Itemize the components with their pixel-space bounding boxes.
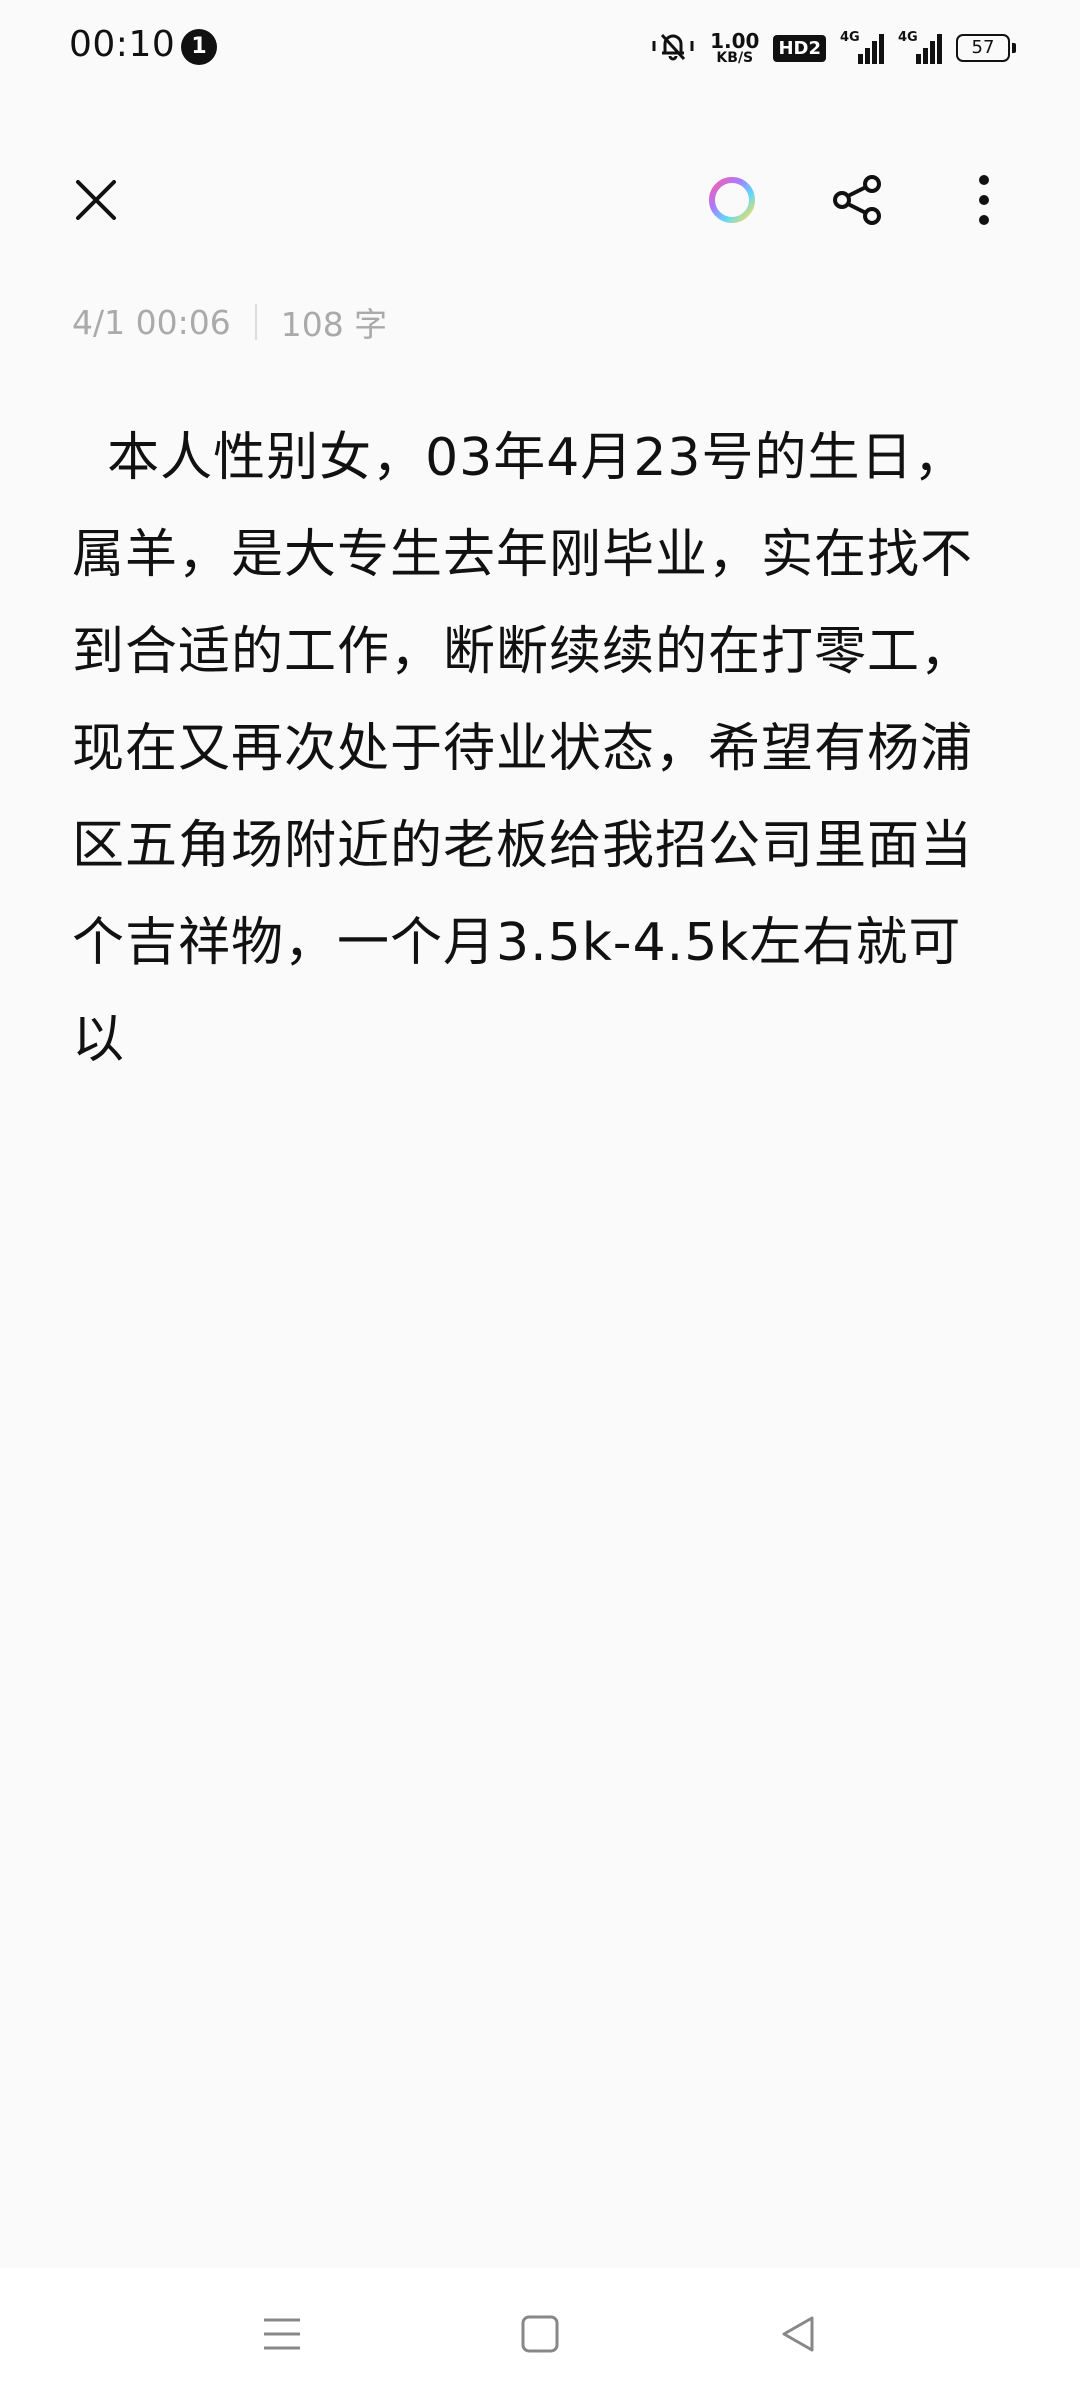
- note-date: 4/1 00:06: [72, 302, 231, 342]
- menu-icon: [264, 2318, 300, 2350]
- notification-badge: 1: [181, 29, 217, 65]
- color-palette-button[interactable]: [694, 162, 770, 238]
- net-speed-value: 1.00: [710, 29, 760, 53]
- note-meta: 4/1 00:06 108 字: [72, 298, 387, 346]
- note-content[interactable]: 本人性别女，03年4月23号的生日，属羊，是大专生去年刚毕业，实在找不到合适的工…: [72, 410, 1012, 1089]
- signal-label: 4G: [840, 30, 860, 45]
- home-icon: [521, 2315, 559, 2353]
- color-palette-icon: [709, 177, 755, 223]
- more-options-button[interactable]: [946, 162, 1022, 238]
- note-editor-screen: 00:10 1 1.00 KB/S HD2 4G 4G 57 4/1 00:06…: [0, 0, 1080, 2400]
- mute-vibrate-icon: [650, 29, 696, 67]
- back-icon: [782, 2316, 814, 2352]
- battery-icon: 57: [956, 34, 1016, 62]
- net-speed-unit: KB/S: [716, 50, 754, 66]
- close-icon: [76, 180, 116, 220]
- recent-apps-button[interactable]: [246, 2298, 318, 2370]
- status-bar: 00:10 1 1.00 KB/S HD2 4G 4G 57: [0, 0, 1080, 96]
- status-time: 00:10: [69, 24, 176, 65]
- more-vert-icon: [979, 175, 989, 225]
- signal-icon: 4G: [840, 30, 884, 64]
- signal-icon: 4G: [898, 30, 942, 64]
- home-button[interactable]: [504, 2298, 576, 2370]
- close-button[interactable]: [58, 162, 134, 238]
- meta-divider: [254, 304, 257, 340]
- share-icon: [833, 175, 881, 225]
- back-button[interactable]: [762, 2298, 834, 2370]
- signal-label: 4G: [898, 30, 918, 45]
- share-button[interactable]: [820, 162, 896, 238]
- hd-voice-badge: HD2: [773, 34, 826, 62]
- net-speed: 1.00 KB/S: [710, 31, 759, 65]
- note-toolbar: [0, 150, 1080, 250]
- word-count: 108 字: [280, 305, 388, 344]
- navigation-bar: [0, 2268, 1080, 2400]
- status-icons: 1.00 KB/S HD2 4G 4G 57: [650, 28, 1016, 68]
